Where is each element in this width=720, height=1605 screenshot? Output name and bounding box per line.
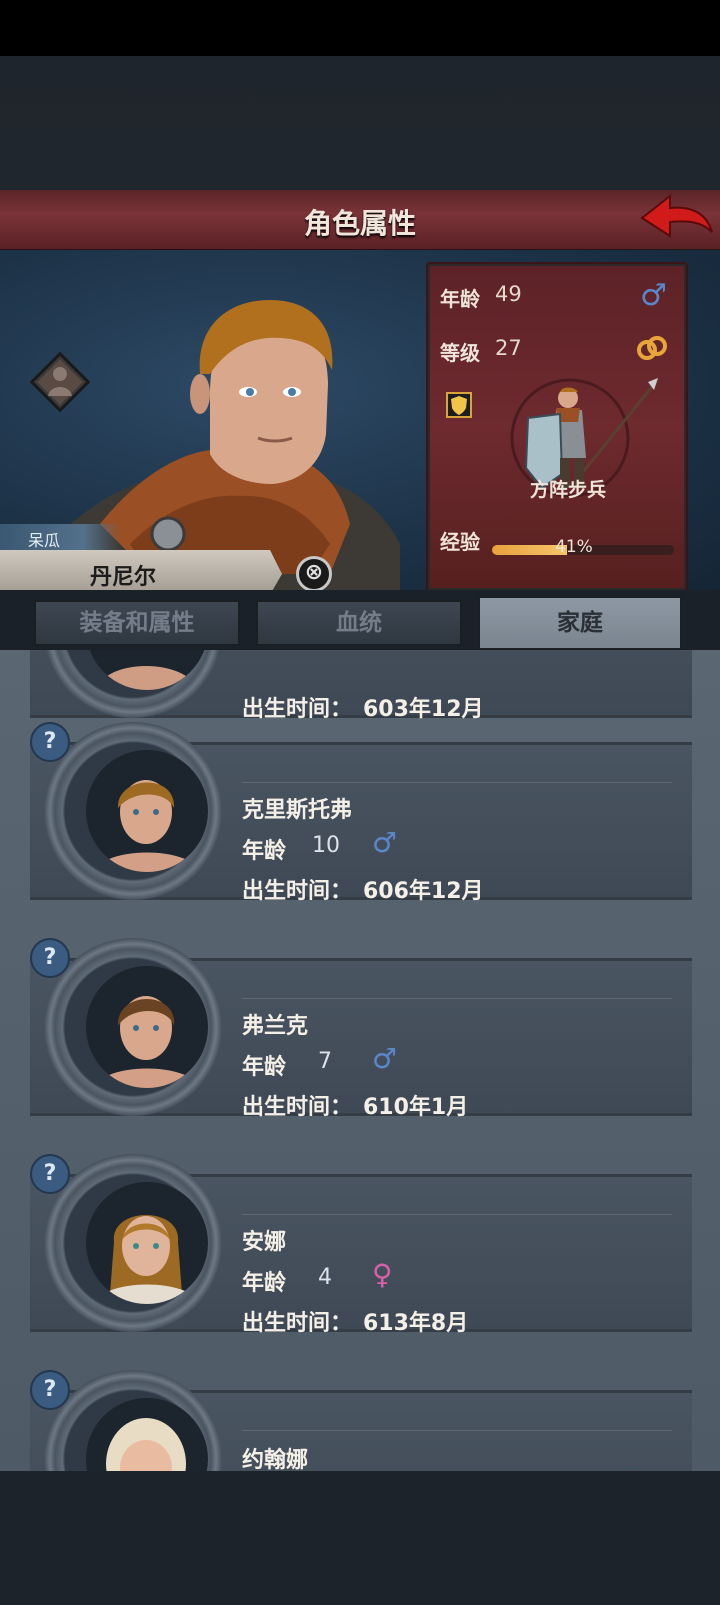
unknown-info-icon[interactable]: ?	[30, 1370, 70, 1410]
villager-icon	[29, 351, 91, 413]
avatar-frame	[44, 1154, 222, 1332]
avatar	[86, 1398, 208, 1471]
tab-equipment[interactable]: 装备和属性	[34, 600, 240, 646]
member-name: 弗兰克	[242, 1014, 309, 1039]
page-title: 角色属性	[303, 207, 416, 240]
xp-label: 经验	[440, 530, 480, 554]
avatar-frame	[44, 722, 222, 900]
unit-type-label: 方阵步兵	[529, 479, 606, 501]
family-member-row[interactable]: ? 约翰娜	[30, 1370, 692, 1471]
job-emblem-icon[interactable]	[28, 350, 92, 414]
birth-date: 606年12月	[363, 879, 484, 904]
avatar	[86, 650, 208, 690]
tab-bloodline[interactable]: 血统	[256, 600, 462, 646]
member-age: 4	[318, 1265, 332, 1290]
bottom-bar	[0, 1471, 720, 1605]
member-name: 安娜	[242, 1230, 287, 1255]
birth-date: 603年12月	[363, 697, 484, 722]
character-nickname: 呆瓜	[28, 531, 61, 550]
member-age: 7	[318, 1049, 332, 1074]
close-icon: ⊗	[304, 560, 324, 585]
unknown-info-icon[interactable]: ?	[30, 722, 70, 762]
xp-percent: 41%	[555, 537, 593, 557]
family-member-row[interactable]: 出生时间： 603年12月	[30, 650, 692, 722]
avatar	[86, 1182, 208, 1304]
level-value: 27	[495, 336, 522, 360]
male-icon: ♂	[372, 826, 398, 859]
male-icon: ♂	[372, 1042, 398, 1075]
age-value: 49	[495, 282, 522, 306]
birth-label: 出生时间：	[242, 879, 353, 904]
age-label: 年龄	[242, 1055, 287, 1080]
age-label: 年龄	[242, 839, 287, 864]
avatar	[86, 966, 208, 1088]
unknown-info-icon[interactable]: ?	[30, 938, 70, 978]
avatar-frame	[44, 938, 222, 1116]
avatar	[86, 750, 208, 872]
birth-label: 出生时间：	[242, 697, 353, 722]
family-member-row[interactable]: ? 克里斯托弗 年龄 10 ♂ 出生时间： 606年12月	[30, 722, 692, 904]
family-list[interactable]: 出生时间： 603年12月 ? 克里斯托弗 年龄 10 ♂ 出生时间： 606年…	[0, 650, 720, 1471]
dismiss-button[interactable]: ⊗	[296, 556, 332, 592]
character-name: 丹尼尔	[90, 565, 157, 590]
married-rings-icon	[637, 336, 667, 360]
birth-label: 出生时间：	[242, 1095, 353, 1120]
birth-date: 610年1月	[363, 1095, 469, 1120]
male-icon: ♂	[640, 278, 667, 313]
back-arrow-icon	[640, 193, 713, 238]
birth-label: 出生时间：	[242, 1311, 353, 1336]
unknown-info-icon[interactable]: ?	[30, 1154, 70, 1194]
birth-date: 613年8月	[363, 1311, 469, 1336]
back-button[interactable]	[640, 192, 714, 244]
female-icon: ♀	[372, 1258, 393, 1291]
member-name: 约翰娜	[242, 1448, 309, 1471]
avatar-frame	[44, 1370, 222, 1471]
family-member-row[interactable]: ? 安娜 年龄 4 ♀ 出生时间： 613年8月	[30, 1154, 692, 1336]
age-label: 年龄	[440, 287, 480, 311]
member-name: 克里斯托弗	[242, 798, 353, 823]
member-age: 10	[312, 833, 340, 858]
age-label: 年龄	[242, 1271, 287, 1296]
screen: 角色属性 呆瓜 丹尼尔 ⊗ 年龄 49 ♂ 等级 27 方阵步兵 经验 41% …	[0, 0, 720, 1605]
title-bar: 角色属性	[0, 190, 720, 252]
level-label: 等级	[440, 341, 480, 365]
family-member-row[interactable]: ? 弗兰克 年龄 7 ♂ 出生时间： 610年1月	[30, 938, 692, 1120]
shield-badge-icon[interactable]	[446, 392, 472, 418]
tab-family[interactable]: 家庭	[478, 596, 682, 650]
